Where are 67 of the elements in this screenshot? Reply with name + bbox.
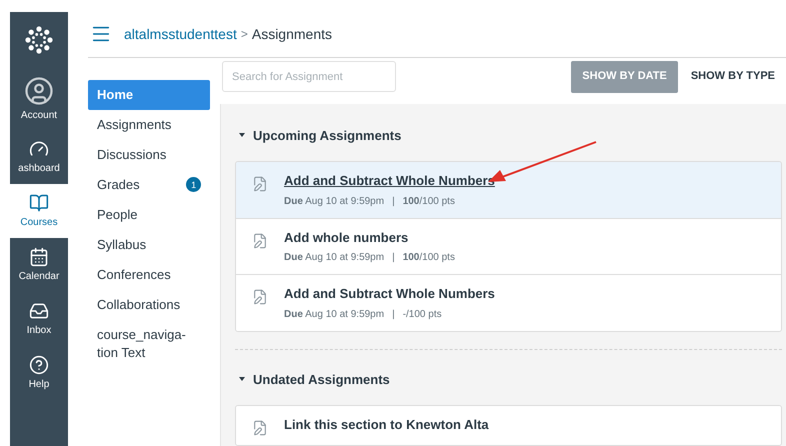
points: -/100 pts: [402, 308, 442, 322]
breadcrumb-link[interactable]: altalmsstudenttest: [124, 24, 237, 45]
global-nav-item[interactable]: Calendar: [10, 238, 68, 292]
course-nav-label: Grades: [97, 176, 141, 194]
breadcrumb-separator: >: [240, 26, 248, 44]
course-nav-label: course_naviga-tion Text: [97, 326, 187, 362]
course-nav-item[interactable]: Syllabus: [88, 230, 210, 260]
global-nav-item[interactable]: Courses: [10, 184, 68, 238]
separator: |: [391, 194, 396, 208]
logo-icon: [24, 25, 54, 55]
due-date: Due Aug 10 at 9:59pm: [284, 194, 384, 208]
separator: |: [391, 308, 396, 322]
course-nav-item[interactable]: course_naviga-tion Text: [88, 320, 210, 368]
course-nav-item[interactable]: Collaborations: [88, 290, 210, 320]
nav-label: Account: [20, 108, 58, 122]
course-nav-label: Conferences: [97, 266, 172, 284]
document-icon: [252, 289, 268, 305]
search-field[interactable]: Search for Assignment: [222, 61, 396, 92]
assignment-title[interactable]: Add and Subtract Whole Numbers: [284, 284, 495, 304]
nav-label: ashboard: [18, 162, 60, 176]
points: 100/100 pts: [402, 194, 455, 208]
course-nav-label: Assignments: [97, 116, 172, 134]
separator: |: [391, 251, 396, 265]
document-icon: [252, 176, 268, 192]
book-icon: [29, 192, 49, 212]
collapse-caret-icon[interactable]: [239, 133, 245, 138]
nav-label: Courses: [20, 216, 58, 230]
course-nav-label: Syllabus: [97, 236, 148, 254]
document-icon: [252, 232, 268, 248]
calendar-icon: [29, 246, 49, 266]
course-nav-item[interactable]: Assignments: [88, 110, 210, 140]
course-nav-label: Collaborations: [97, 296, 182, 314]
assignment-row[interactable]: Add and Subtract Whole Numbers Due Aug 10 at 9:59pm | 100/100 pts: [236, 162, 781, 218]
global-nav-item[interactable]: ashboard: [10, 130, 68, 184]
assignment-row[interactable]: Link this section to Knewton Alta: [236, 406, 781, 445]
assignment-row[interactable]: Add and Subtract Whole Numbers Due Aug 10 at 9:59pm | -/100 pts: [236, 275, 781, 330]
assignment-title[interactable]: Add whole numbers: [284, 228, 455, 247]
global-nav-item[interactable]: Help: [10, 346, 68, 400]
nav-label: Calendar: [18, 270, 60, 284]
course-nav-label: Home: [97, 86, 134, 104]
due-date: Due Aug 10 at 9:59pm: [284, 308, 384, 322]
course-nav-label: People: [97, 206, 138, 224]
inbox-icon: [29, 300, 49, 320]
collapse-caret-icon[interactable]: [239, 377, 245, 382]
avatar-icon: [24, 76, 54, 106]
group-title[interactable]: Upcoming Assignments: [253, 126, 402, 145]
group-title[interactable]: Undated Assignments: [253, 370, 390, 389]
nav-label: Help: [28, 378, 50, 392]
course-nav-item[interactable]: Grades 1: [88, 170, 210, 200]
course-nav-item[interactable]: Conferences: [88, 260, 210, 290]
document-icon: [252, 420, 268, 436]
assignment-title[interactable]: Add and Subtract Whole Numbers: [284, 171, 495, 190]
course-nav-item[interactable]: Home: [88, 80, 210, 110]
breadcrumb-current: Assignments: [252, 24, 332, 44]
help-icon: [29, 354, 49, 374]
course-nav-label: Discussions: [97, 146, 168, 164]
course-nav-item[interactable]: Discussions: [88, 140, 210, 170]
points: 100/100 pts: [402, 251, 455, 265]
assignment-row[interactable]: Add whole numbers Due Aug 10 at 9:59pm | 100/100 pts: [236, 218, 781, 275]
assignment-title[interactable]: Link this section to Knewton Alta: [284, 415, 489, 434]
global-nav-item[interactable]: Inbox: [10, 292, 68, 346]
nav-label: Inbox: [26, 324, 52, 338]
count-badge: 1: [186, 177, 201, 192]
gauge-icon: [29, 138, 49, 158]
due-date: Due Aug 10 at 9:59pm: [284, 251, 384, 265]
course-nav-item[interactable]: People: [88, 200, 210, 230]
global-nav-item[interactable]: Account: [10, 68, 68, 130]
